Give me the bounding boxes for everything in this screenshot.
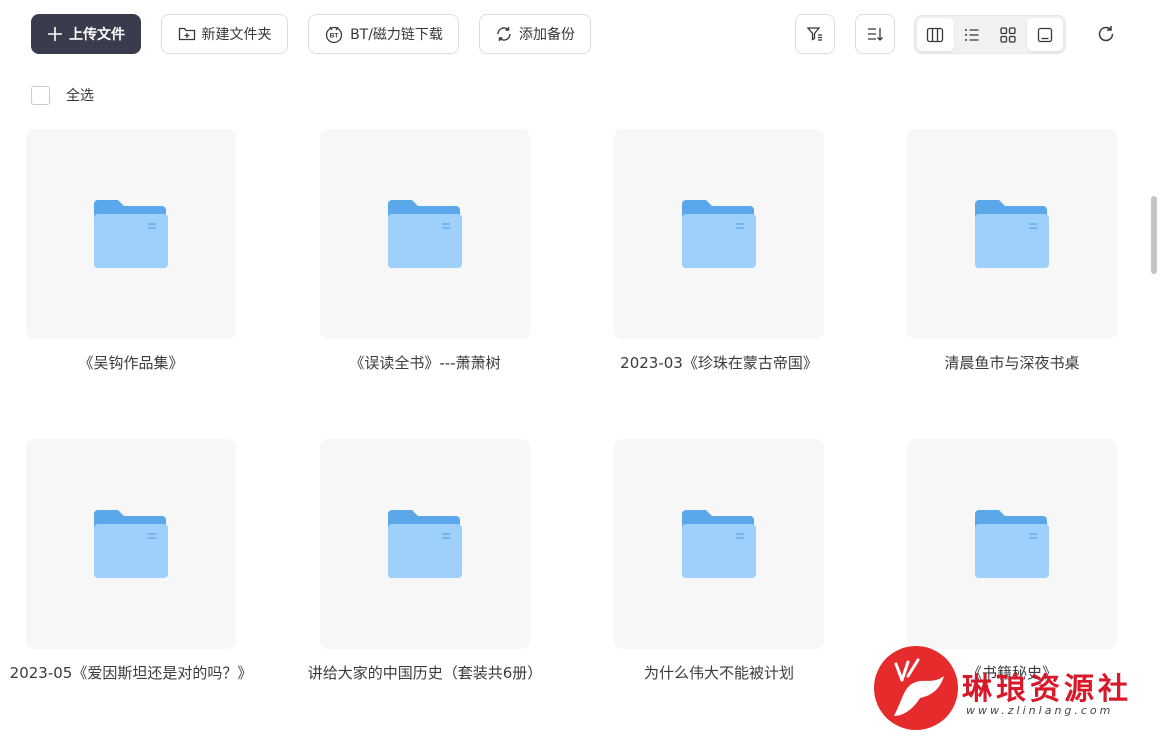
view-thumbnail-option[interactable]: [1026, 18, 1063, 51]
folder-thumbnail[interactable]: [614, 439, 824, 649]
watermark-url: www.zlinlang.com: [966, 704, 1114, 717]
new-folder-button[interactable]: 新建文件夹: [161, 14, 288, 54]
toolbar: 上传文件 新建文件夹 BT BT/磁力链下载 添加备份: [0, 0, 1161, 70]
folder-icon: [975, 510, 1049, 578]
folder-name[interactable]: 为什么伟大不能被计划: [594, 661, 844, 686]
folder-icon: [94, 510, 168, 578]
grid-icon: [1000, 26, 1016, 43]
add-backup-button[interactable]: 添加备份: [479, 14, 591, 54]
folder-name[interactable]: 《吴钩作品集》: [6, 351, 256, 376]
bt-download-button-label: BT/磁力链下载: [350, 27, 443, 43]
upload-button-label: 上传文件: [69, 27, 125, 43]
watermark: 琳琅资源社 www.zlinlang.com: [874, 646, 1154, 736]
watermark-logo: [874, 646, 958, 730]
thumbnail-icon: [1037, 27, 1052, 42]
folder-icon: [975, 200, 1049, 268]
folder-icon: [682, 510, 756, 578]
filter-icon: [806, 27, 822, 41]
svg-text:BT: BT: [330, 33, 339, 40]
select-all-label: 全选: [66, 88, 94, 104]
refresh-button[interactable]: [1092, 20, 1120, 48]
list-icon: [964, 28, 979, 41]
watermark-title: 琳琅资源社: [962, 672, 1132, 707]
folder-thumbnail[interactable]: [907, 129, 1117, 339]
folder-icon: [388, 200, 462, 268]
folder-thumbnail[interactable]: [320, 439, 530, 649]
bt-download-button[interactable]: BT BT/磁力链下载: [308, 14, 459, 54]
folder-thumbnail[interactable]: [320, 129, 530, 339]
view-column-option[interactable]: [917, 18, 954, 51]
add-backup-button-label: 添加备份: [519, 27, 575, 43]
plus-icon: [48, 27, 62, 41]
view-mode-switch: [914, 15, 1066, 54]
sort-icon: [868, 28, 883, 41]
upload-button[interactable]: 上传文件: [31, 14, 141, 54]
view-grid-option[interactable]: [990, 18, 1027, 51]
select-all-checkbox[interactable]: [31, 85, 50, 105]
folder-name[interactable]: 2023-05《爱因斯坦还是对的吗？》: [6, 661, 256, 686]
view-list-option[interactable]: [954, 18, 991, 51]
new-folder-button-label: 新建文件夹: [201, 27, 272, 43]
scrollbar-thumb[interactable]: [1151, 196, 1157, 274]
folder-name[interactable]: 讲给大家的中国历史（套装共6册）: [300, 661, 550, 686]
folder-icon: [94, 200, 168, 268]
folder-thumbnail[interactable]: [26, 129, 236, 339]
bt-magnet-icon: BT: [325, 26, 343, 43]
folder-thumbnail[interactable]: [26, 439, 236, 649]
sync-icon: [497, 27, 511, 41]
folder-name[interactable]: 2023-03《珍珠在蒙古帝国》: [594, 351, 844, 376]
filter-button[interactable]: [795, 14, 835, 54]
folder-thumbnail[interactable]: [614, 129, 824, 339]
folder-name[interactable]: 《误读全书》---萧萧树: [300, 351, 550, 376]
refresh-icon: [1098, 26, 1114, 42]
folder-icon: [682, 200, 756, 268]
columns-icon: [927, 27, 944, 42]
deer-logo-icon: [894, 658, 944, 716]
select-all[interactable]: 全选: [31, 85, 94, 105]
folder-thumbnail[interactable]: [907, 439, 1117, 649]
sort-button[interactable]: [855, 14, 895, 54]
folder-add-icon: [178, 27, 195, 41]
folder-icon: [388, 510, 462, 578]
folder-name[interactable]: 清晨鱼市与深夜书桌: [887, 351, 1137, 376]
